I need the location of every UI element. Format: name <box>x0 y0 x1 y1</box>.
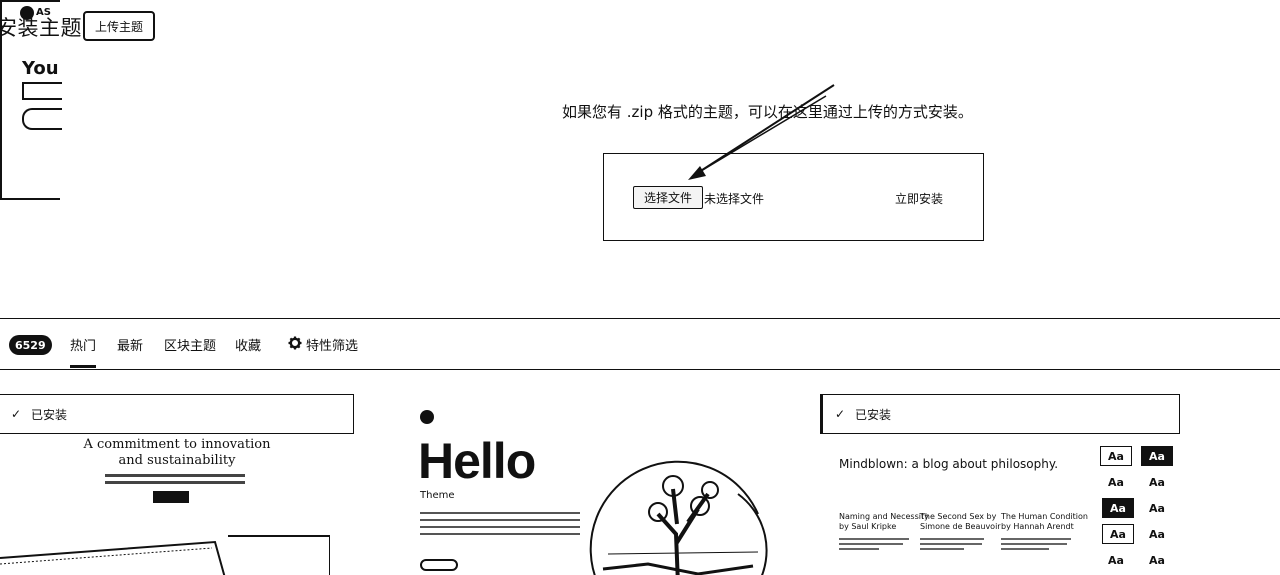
upload-help-text: 如果您有 .zip 格式的主题，可以在这里通过上传的方式安装。 <box>562 103 973 121</box>
preview-post: Naming and Necessity by Saul Kripke <box>839 512 929 553</box>
installed-label: 已安装 <box>855 407 892 422</box>
tab-favorites[interactable]: 收藏 <box>235 335 261 354</box>
style-variation: Aa <box>1149 501 1165 515</box>
style-variation: Aa <box>1141 446 1173 466</box>
post-title: The Second Sex by <box>920 512 997 521</box>
preview-text-lines <box>420 512 580 540</box>
installed-banner: ✓ 已安装 <box>0 394 354 434</box>
preview-post: The Human Condition by Hannah Arendt <box>1001 512 1088 553</box>
preview-brand: AS <box>36 7 51 18</box>
style-variation: Aa <box>1108 475 1124 489</box>
post-byline: by Hannah Arendt <box>1001 522 1074 531</box>
preview-hello: Hello <box>418 433 536 489</box>
style-variation: Aa <box>1149 553 1165 567</box>
theme-card[interactable]: Hello Theme <box>418 394 798 575</box>
theme-preview-heading: A commitment to innovation and sustainab… <box>83 437 271 468</box>
checkmark-icon: ✓ <box>11 407 22 421</box>
preview-post: The Second Sex by Simone de Beauvoir <box>920 512 1001 553</box>
building-illustration <box>0 535 330 575</box>
upload-form: 选择文件 未选择文件 立即安装 <box>603 153 984 241</box>
style-variation: Aa <box>1149 475 1165 489</box>
theme-logo-icon <box>420 410 434 424</box>
install-now-button[interactable]: 立即安装 <box>895 190 943 207</box>
installed-banner: ✓ 已安装 <box>820 394 1180 434</box>
theme-card[interactable]: ✓ 已安装 A commitment to innovation and sus… <box>0 394 354 575</box>
style-variation: Aa <box>1100 446 1132 466</box>
preview-button <box>420 559 458 571</box>
preview-subtitle: Theme <box>420 490 455 501</box>
tab-popular[interactable]: 热门 <box>70 335 97 368</box>
style-variation: Aa <box>1108 553 1124 567</box>
preview-button <box>153 491 189 503</box>
style-variation: Aa <box>1102 498 1134 518</box>
preview-blog-title: Mindblown: a blog about philosophy. <box>839 457 1059 471</box>
installed-label: 已安装 <box>31 407 68 422</box>
no-file-label: 未选择文件 <box>704 192 765 206</box>
style-variation: Aa <box>1149 527 1165 541</box>
upload-theme-button[interactable]: 上传主题 <box>83 11 155 41</box>
preview-button <box>22 108 62 130</box>
post-title: The Human Condition <box>1001 512 1088 521</box>
choose-file-button[interactable]: 选择文件 <box>633 186 703 209</box>
cactus-illustration <box>589 460 768 575</box>
preview-text-lines <box>105 474 245 488</box>
theme-logo-icon <box>20 6 34 20</box>
feature-filter-button[interactable]: 特性筛选 <box>306 335 358 354</box>
preview-heading: You <box>22 58 59 79</box>
style-variation: Aa <box>1102 524 1134 544</box>
post-title: Naming and Necessity <box>839 512 929 521</box>
tab-latest[interactable]: 最新 <box>117 335 143 354</box>
post-byline: Simone de Beauvoir <box>920 522 1001 531</box>
theme-filter-bar: 6529 热门 最新 区块主题 收藏 特性筛选 <box>0 318 1280 370</box>
preview-block <box>22 82 62 100</box>
tab-block-themes[interactable]: 区块主题 <box>164 335 216 354</box>
theme-card[interactable]: ✓ 已安装 Mindblown: a blog about philosophy… <box>820 394 1180 575</box>
theme-count-badge: 6529 <box>9 335 52 355</box>
gear-icon[interactable] <box>288 336 302 350</box>
post-byline: by Saul Kripke <box>839 522 897 531</box>
checkmark-icon: ✓ <box>835 407 846 421</box>
